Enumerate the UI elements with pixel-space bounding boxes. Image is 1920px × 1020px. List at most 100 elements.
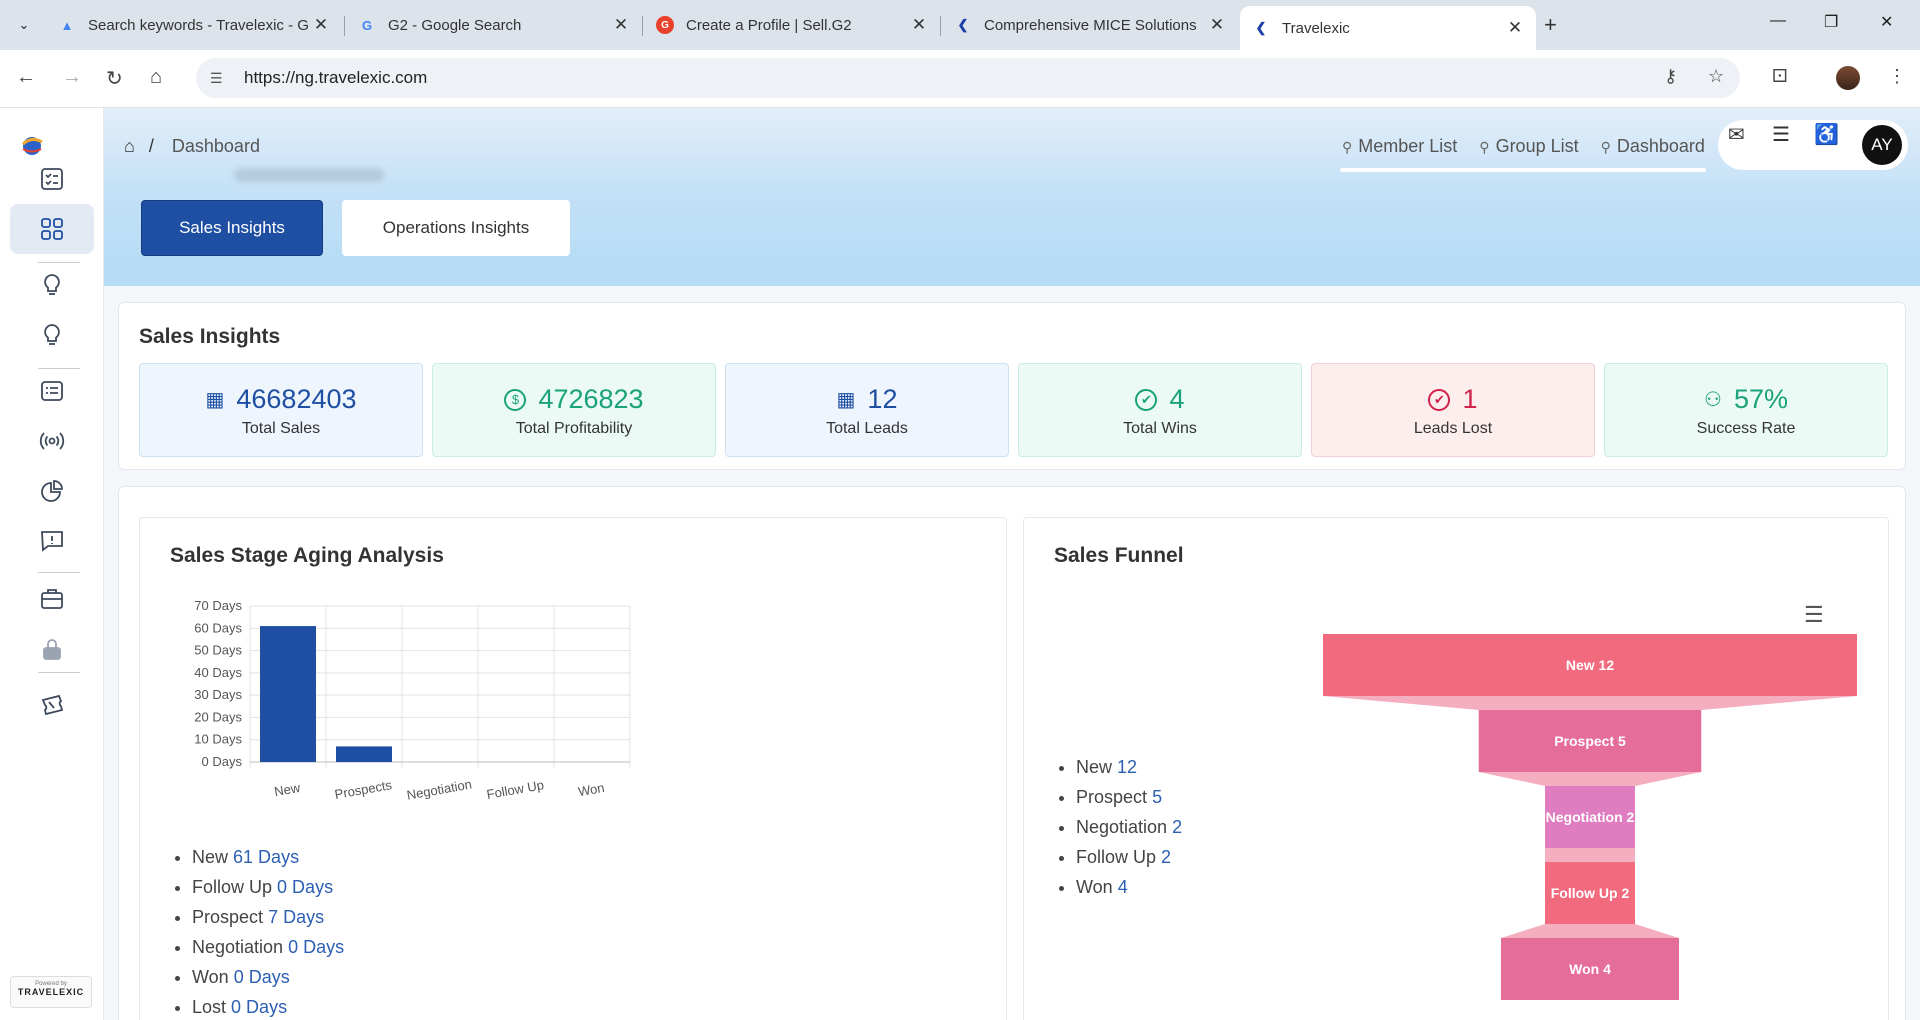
sidebar-item-insights[interactable] — [10, 310, 94, 360]
close-icon[interactable]: ✕ — [1506, 18, 1524, 38]
close-icon[interactable]: ✕ — [1208, 15, 1226, 35]
users-icon: ⚇ — [1704, 389, 1722, 411]
dollar-icon: $ — [504, 388, 527, 411]
funnel-label: Negotiation 2 — [1546, 809, 1635, 825]
quick-link-member-list[interactable]: ⚲ Member List — [1342, 136, 1457, 157]
extensions-puzzle-icon[interactable]: ⚀ — [1772, 66, 1788, 87]
tab-title: Travelexic — [1282, 19, 1350, 37]
browser-menu-icon[interactable]: ⋮ — [1888, 66, 1906, 87]
sidebar-item-broadcast[interactable] — [10, 416, 94, 466]
kpi-label: Total Profitability — [515, 420, 633, 437]
tab-title: G2 - Google Search — [388, 16, 522, 34]
password-key-icon[interactable]: ⚷ — [1664, 66, 1677, 87]
chart-badge-icon: ▦ — [836, 389, 856, 411]
bookmark-star-icon[interactable]: ☆ — [1708, 66, 1724, 87]
g2-icon: G — [656, 16, 674, 34]
window-close-icon[interactable]: ✕ — [1880, 12, 1893, 32]
y-tick-label: 20 Days — [194, 709, 242, 724]
charts-card: Sales Stage Aging Analysis 0 Days 10 Days… — [118, 486, 1906, 1020]
minimize-icon[interactable]: — — [1770, 12, 1786, 30]
lightbulb-icon — [44, 274, 60, 295]
new-tab-plus-icon[interactable]: + — [1544, 12, 1557, 38]
pie-chart-icon — [41, 480, 63, 502]
x-tick-label: Prospects — [333, 777, 393, 802]
quick-links: ⚲ Member List ⚲ Group List ⚲ Dashboard — [1342, 136, 1705, 157]
restore-icon[interactable]: ❐ — [1824, 12, 1838, 32]
kpi-value: 57% — [1733, 384, 1788, 414]
list-item: Won 0 Days — [192, 962, 344, 992]
google-icon: G — [361, 17, 373, 33]
funnel-label: Won 4 — [1569, 961, 1611, 977]
travelexic-wordmark-logo: TRAVELEXIC — [17, 987, 85, 997]
close-icon[interactable]: ✕ — [612, 15, 630, 35]
browser-tab-1[interactable]: ▲ Search keywords - Travelexic - G ✕ — [46, 8, 342, 42]
blurred-subtitle — [234, 168, 384, 182]
browser-tab-2[interactable]: G G2 - Google Search ✕ — [346, 8, 642, 42]
travelexic-icon: ❮ — [957, 17, 969, 32]
kpi-label: Total Wins — [1123, 420, 1197, 437]
site-settings-icon[interactable]: ☰ — [210, 70, 230, 87]
list-item: Follow Up 0 Days — [192, 872, 344, 902]
breadcrumb-current: Dashboard — [171, 136, 260, 156]
home-icon[interactable]: ⌂ — [124, 136, 135, 157]
browser-tab-active[interactable]: ❮ Travelexic ✕ — [1240, 6, 1536, 50]
kpi-tile: ▦ 12 Total Leads — [725, 363, 1009, 457]
funnel-legend-list: New 12Prospect 5Negotiation 2Follow Up 2… — [1054, 752, 1182, 902]
sidebar-item-ideas[interactable] — [10, 260, 94, 310]
funnel-connector — [1501, 924, 1679, 938]
tab-search-chevron-icon[interactable]: ⌄ — [10, 11, 38, 39]
back-arrow-icon[interactable]: ← — [16, 66, 36, 89]
sidebar-item-reports[interactable] — [10, 466, 94, 516]
check-circle-icon: ✔ — [1428, 388, 1451, 411]
kpi-label: Total Sales — [241, 420, 321, 437]
list-item: New 12 — [1076, 752, 1182, 782]
pin-icon: ⚲ — [1479, 139, 1490, 155]
url-text[interactable]: https://ng.travelexic.com — [244, 68, 427, 88]
browser-profile-avatar[interactable] — [1836, 66, 1860, 90]
user-avatar[interactable]: AY — [1862, 125, 1902, 165]
y-tick-label: 40 Days — [194, 665, 242, 680]
address-bar[interactable]: ☰ https://ng.travelexic.com — [196, 58, 1740, 98]
sidebar-item-lock[interactable] — [10, 624, 94, 674]
y-tick-label: 60 Days — [194, 620, 242, 635]
quick-links-underline — [1340, 168, 1706, 172]
broadcast-icon — [39, 432, 65, 450]
bar — [336, 746, 392, 762]
sales-funnel-chart: New 12 Prospect 5 Negotiation 2 Follow Up 2… — [1323, 634, 1857, 1000]
quick-link-group-list[interactable]: ⚲ Group List — [1479, 136, 1578, 157]
sidebar-item-alerts[interactable] — [10, 516, 94, 566]
sidebar-item-briefcase[interactable] — [10, 574, 94, 624]
tab-sales-insights[interactable]: Sales Insights — [141, 200, 323, 256]
funnel-panel: Sales Funnel ☰ New 12Prospect 5Negotiati… — [1023, 517, 1889, 1020]
forward-arrow-icon[interactable]: → — [62, 66, 82, 89]
kpi-value: 46682403 — [236, 384, 357, 414]
close-icon[interactable]: ✕ — [910, 15, 928, 35]
y-tick-label: 0 Days — [202, 754, 243, 769]
main-content: ⌂ / Dashboard ⚲ Member List ⚲ Group List ⚲… — [104, 108, 1920, 1020]
chart-menu-icon[interactable]: ☰ — [1804, 602, 1824, 628]
y-tick-label: 50 Days — [194, 643, 242, 658]
x-tick-label: Won — [577, 780, 606, 799]
checklist-icon — [41, 168, 63, 190]
sidebar-item-tasks[interactable] — [10, 154, 94, 204]
pin-icon: ⚲ — [1342, 139, 1353, 155]
sidebar-item-list[interactable] — [10, 366, 94, 416]
tab-operations-insights[interactable]: Operations Insights — [342, 200, 570, 256]
kpi-label: Leads Lost — [1413, 420, 1493, 437]
alert-message-icon — [41, 531, 63, 552]
quick-link-dashboard[interactable]: ⚲ Dashboard — [1601, 136, 1705, 157]
briefcase-icon — [41, 589, 63, 609]
chat-icon[interactable]: ✉ — [1728, 122, 1745, 147]
home-icon[interactable]: ⌂ — [150, 66, 162, 89]
list-item: New 61 Days — [192, 842, 344, 872]
browser-tab-4[interactable]: ❮ Comprehensive MICE Solutions ✕ — [942, 8, 1238, 42]
sidebar-item-tickets[interactable] — [10, 680, 94, 730]
kpi-tile: $4726823 Total Profitability — [432, 363, 716, 457]
ticket-icon[interactable]: ♿ — [1814, 122, 1839, 147]
clipboard-add-icon[interactable]: ☰ — [1772, 122, 1790, 147]
sidebar-item-dashboard[interactable] — [10, 204, 94, 254]
browser-tab-3[interactable]: G Create a Profile | Sell.G2 ✕ — [644, 8, 940, 42]
close-icon[interactable]: ✕ — [312, 15, 330, 35]
reload-icon[interactable]: ↻ — [106, 66, 123, 91]
bar — [260, 626, 316, 762]
